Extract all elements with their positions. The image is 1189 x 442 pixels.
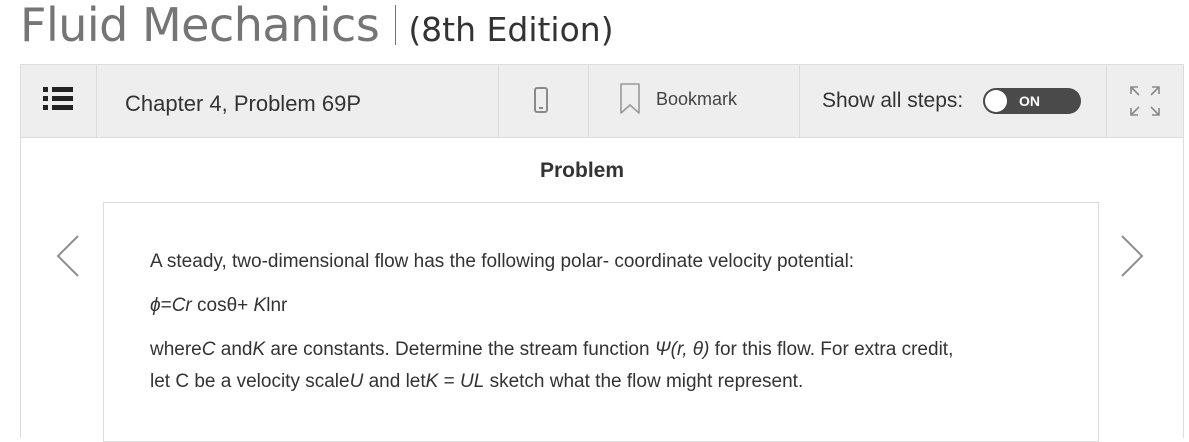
bookmark-icon — [620, 83, 640, 114]
l3-and: and — [215, 339, 253, 360]
problem-statement: A steady, two-dimensional flow has the f… — [103, 202, 1099, 442]
l4-a: let C be a velocity scale — [150, 371, 350, 392]
l4-u: U — [349, 371, 364, 392]
l4-eq: = — [438, 371, 460, 392]
bookmark-button[interactable]: Bookmark — [589, 65, 800, 137]
book-edition: (8th Edition) — [408, 10, 614, 49]
chapter-label: Chapter 4, Problem 69P — [125, 91, 362, 116]
title-divider — [395, 5, 397, 45]
toggle-state: ON — [1019, 93, 1040, 109]
show-steps-toggle[interactable]: ON — [983, 88, 1081, 114]
show-steps-control: Show all steps: ON — [800, 65, 1107, 137]
chevron-right-icon[interactable] — [1118, 234, 1146, 278]
l3-where: where — [150, 339, 202, 360]
l4-k: K — [425, 371, 439, 392]
eq-k: K — [253, 295, 267, 316]
l3-c: C — [201, 339, 216, 360]
l3-psi: Ψ(r, θ) — [654, 339, 710, 360]
l4-ul: UL — [460, 371, 485, 392]
eq-equals: = — [160, 295, 172, 316]
section-heading: Problem — [539, 159, 625, 182]
toggle-knob — [985, 90, 1007, 112]
expand-button[interactable] — [1107, 65, 1183, 137]
l3-end: for this flow. For extra credit, — [709, 339, 954, 360]
list-icon — [43, 87, 73, 111]
eq-cos: cosθ+ — [191, 295, 254, 316]
chapter-selector[interactable]: Chapter 4, Problem 69P — [97, 65, 499, 137]
mobile-phone-icon — [534, 87, 548, 113]
l4-b: and let — [363, 371, 426, 392]
eq-phi: ϕ — [150, 295, 161, 316]
eq-cr: Cr — [171, 295, 192, 316]
chevron-left-icon[interactable] — [54, 234, 82, 278]
book-title: Fluid Mechanics (8th Edition) — [20, 0, 614, 52]
problem-line-1: A steady, two-dimensional flow has the f… — [150, 251, 855, 272]
mobile-view-button[interactable] — [499, 65, 589, 137]
book-title-text: Fluid Mechanics — [20, 0, 380, 52]
show-steps-label: Show all steps: — [822, 89, 964, 112]
problem-line-3: whereC andK are constants. Determine the… — [150, 339, 953, 361]
bookmark-label: Bookmark — [656, 89, 738, 109]
l4-c: sketch what the flow might represent. — [484, 371, 804, 392]
l3-rest: are constants. Determine the stream func… — [265, 339, 655, 360]
eq-ln: lnr — [266, 295, 288, 316]
l3-k: K — [252, 339, 266, 360]
problem-line-4: let C be a velocity scaleU and letK = UL… — [150, 371, 803, 393]
menu-button[interactable] — [21, 65, 97, 137]
expand-icon — [1130, 86, 1160, 116]
toolbar: Chapter 4, Problem 69P Bookmark Show all… — [20, 64, 1184, 138]
velocity-potential-equation: ϕ=Cr cosθ+ Klnr — [150, 295, 287, 317]
